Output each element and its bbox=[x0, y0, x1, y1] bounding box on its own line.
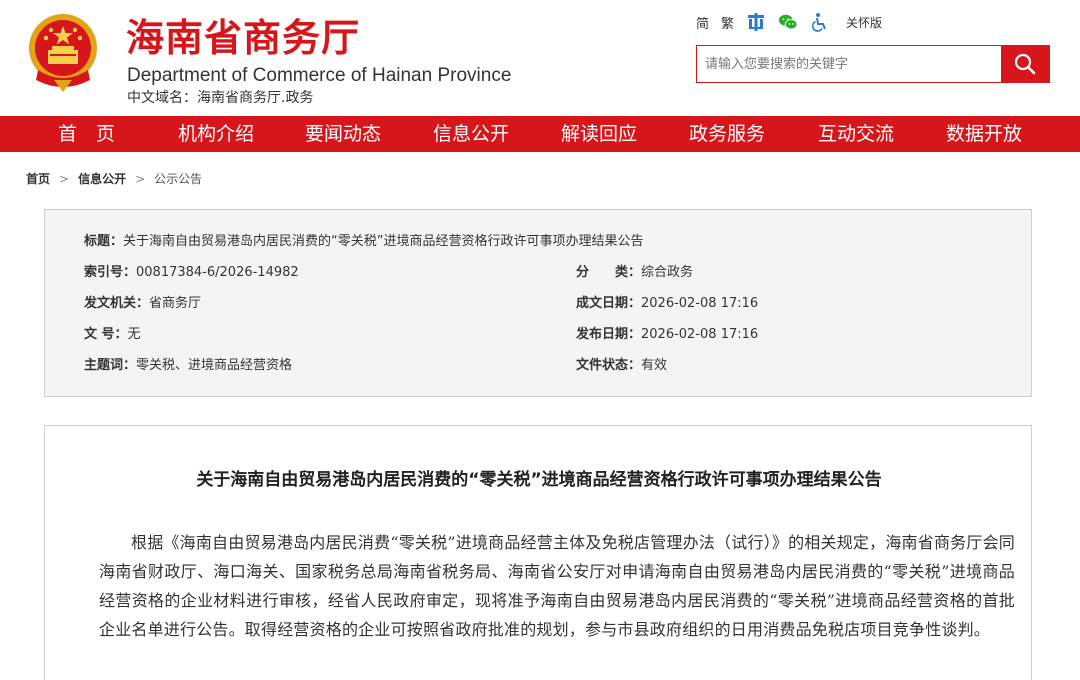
nav-item-open-data[interactable]: 数据开放 bbox=[946, 116, 1022, 152]
meta-status-value: 有效 bbox=[641, 358, 668, 373]
wechat-icon[interactable] bbox=[778, 12, 798, 32]
nav-item-news[interactable]: 要闻动态 bbox=[305, 116, 381, 152]
nav-item-gov-service[interactable]: 政务服务 bbox=[689, 116, 765, 152]
nav-item-info-disclosure[interactable]: 信息公开 bbox=[433, 116, 509, 152]
meta-created-label: 成文日期： bbox=[576, 296, 642, 311]
traditional-chinese-link[interactable]: 繁 bbox=[721, 13, 734, 32]
meta-docno-value: 无 bbox=[127, 327, 141, 342]
meta-title-label: 标题： bbox=[84, 234, 124, 249]
breadcrumb-home[interactable]: 首页 bbox=[26, 170, 50, 187]
nav-item-interpretation[interactable]: 解读回应 bbox=[561, 116, 637, 152]
meta-index-value: 00817384-6/2026-14982 bbox=[136, 265, 299, 280]
meta-status: 文件状态：有效 bbox=[576, 357, 667, 375]
nav-item-about[interactable]: 机构介绍 bbox=[178, 116, 254, 152]
simplified-chinese-link[interactable]: 简 bbox=[696, 13, 709, 32]
meta-title: 标题：关于海南自由贸易港岛内居民消费的“零关税”进境商品经营资格行政许可事项办理… bbox=[84, 233, 644, 251]
main-nav: 首 页 机构介绍 要闻动态 信息公开 解读回应 政务服务 互动交流 数据开放 bbox=[0, 116, 1080, 152]
search-box bbox=[696, 45, 1050, 83]
meta-doc-number: 文 号：无 bbox=[84, 326, 141, 344]
article-body: 根据《海南自由贸易港岛内居民消费“零关税”进境商品经营主体及免税店管理办法（试行… bbox=[99, 533, 1015, 639]
meta-keywords-label: 主题词： bbox=[84, 358, 137, 373]
site-header: 海南省商务厅 Department of Commerce of Hainan … bbox=[0, 0, 1080, 116]
topbar: 简 繁 关怀版 bbox=[696, 12, 894, 32]
meta-issuer-value: 省商务厅 bbox=[149, 296, 202, 311]
meta-index-label: 索引号： bbox=[84, 265, 137, 280]
meta-category: 分 类：综合政务 bbox=[576, 264, 693, 282]
meta-issuer-label: 发文机关： bbox=[84, 296, 150, 311]
meta-keywords-value: 零关税、进境商品经营资格 bbox=[136, 358, 293, 373]
search-input[interactable] bbox=[697, 46, 1001, 82]
meta-created-date: 成文日期：2026-02-08 17:16 bbox=[576, 295, 758, 313]
meta-title-value: 关于海南自由贸易港岛内居民消费的“零关税”进境商品经营资格行政许可事项办理结果公… bbox=[123, 234, 644, 249]
tree-icon[interactable] bbox=[746, 12, 766, 32]
breadcrumb-info-disclosure[interactable]: 信息公开 bbox=[78, 170, 126, 187]
search-button[interactable] bbox=[1001, 46, 1049, 82]
meta-status-label: 文件状态： bbox=[576, 358, 642, 373]
breadcrumb-separator: > bbox=[135, 171, 146, 186]
national-emblem-icon[interactable] bbox=[24, 10, 102, 94]
site-domain: 中文域名：海南省商务厅.政务 bbox=[127, 90, 314, 106]
nav-item-home[interactable]: 首 页 bbox=[58, 116, 115, 152]
care-mode-link[interactable]: 关怀版 bbox=[846, 14, 882, 31]
article-container: 关于海南自由贸易港岛内居民消费的“零关税”进境商品经营资格行政许可事项办理结果公… bbox=[44, 425, 1032, 680]
breadcrumb: 首页 > 信息公开 > 公示公告 bbox=[26, 170, 202, 187]
site-title: 海南省商务厅 bbox=[126, 16, 361, 60]
meta-issuer: 发文机关：省商务厅 bbox=[84, 295, 201, 313]
meta-index: 索引号：00817384-6/2026-14982 bbox=[84, 264, 299, 282]
nav-item-interaction[interactable]: 互动交流 bbox=[818, 116, 894, 152]
meta-keywords: 主题词：零关税、进境商品经营资格 bbox=[84, 357, 292, 375]
meta-published-label: 发布日期： bbox=[576, 327, 642, 342]
accessibility-icon[interactable] bbox=[810, 12, 830, 32]
meta-created-value: 2026-02-08 17:16 bbox=[641, 296, 759, 311]
breadcrumb-separator: > bbox=[59, 171, 70, 186]
site-subtitle: Department of Commerce of Hainan Provinc… bbox=[127, 65, 512, 86]
meta-published-value: 2026-02-08 17:16 bbox=[641, 327, 759, 342]
document-meta-box: 标题：关于海南自由贸易港岛内居民消费的“零关税”进境商品经营资格行政许可事项办理… bbox=[44, 209, 1032, 397]
search-icon bbox=[1014, 53, 1036, 75]
meta-docno-label: 文 号： bbox=[84, 327, 128, 342]
breadcrumb-announcements[interactable]: 公示公告 bbox=[154, 170, 202, 187]
article-title: 关于海南自由贸易港岛内居民消费的“零关税”进境商品经营资格行政许可事项办理结果公… bbox=[196, 470, 882, 490]
meta-category-label: 分 类： bbox=[576, 265, 642, 280]
meta-published-date: 发布日期：2026-02-08 17:16 bbox=[576, 326, 758, 344]
meta-category-value: 综合政务 bbox=[641, 265, 694, 280]
